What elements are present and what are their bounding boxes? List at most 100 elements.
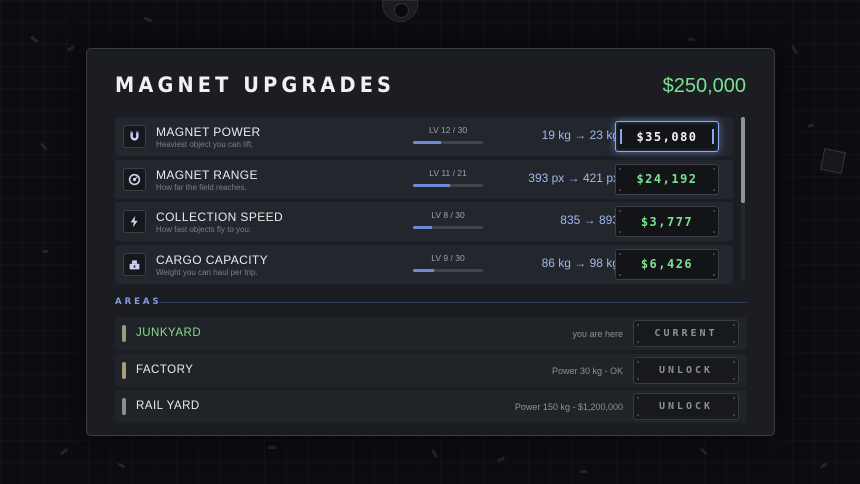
rivet	[733, 377, 735, 380]
upgrade-level: LV 11 / 21	[429, 167, 467, 178]
buy-upgrade-button[interactable]: $3,777	[615, 206, 719, 237]
cargo-icon	[123, 252, 146, 276]
level-progress-bar	[413, 268, 483, 272]
rivet	[637, 414, 639, 416]
areas-heading: AREAS	[115, 297, 162, 307]
page-title: MAGNET UPGRADES	[115, 73, 396, 97]
scrap-piece	[40, 142, 48, 151]
area-row-factory: FACTORY Power 30 kg - OK UNLOCK	[115, 353, 747, 387]
area-info: Power 150 kg - $1,200,000	[514, 402, 623, 412]
magnet-icon	[123, 125, 146, 148]
scrap-piece	[688, 38, 695, 41]
upgrade-level: LV 12 / 30	[428, 125, 468, 135]
upgrade-level: LV 8 / 30	[431, 210, 465, 220]
rivet	[637, 360, 639, 363]
level-progress-fill	[413, 141, 441, 144]
rivet	[713, 167, 715, 170]
upgrade-description: Weight you can haul per trip.	[156, 267, 258, 277]
upgrade-description: Heaviest object you can lift.	[156, 140, 254, 149]
rivet	[733, 360, 735, 363]
area-indicator	[122, 398, 126, 415]
radar-icon	[123, 167, 146, 191]
rivet	[713, 231, 715, 233]
scrap-piece	[807, 123, 815, 128]
upgrade-row-magnet-range: MAGNET RANGE How far the field reaches. …	[115, 159, 733, 199]
upgrade-change: 86 kg → 98 kg	[541, 255, 619, 270]
buy-upgrade-button[interactable]: $24,192	[615, 163, 719, 195]
rivet	[637, 324, 639, 326]
scrap-piece	[268, 446, 276, 449]
floating-crate	[819, 147, 847, 175]
lightning-icon	[123, 210, 146, 233]
rivet	[713, 273, 715, 276]
level-progress-fill	[413, 268, 434, 272]
upgrade-scrollbar[interactable]	[741, 117, 745, 281]
areas-divider	[159, 302, 747, 303]
scrap-piece	[819, 462, 828, 469]
unlock-area-button[interactable]: UNLOCK	[633, 356, 739, 384]
rivet	[637, 397, 639, 399]
scrap-piece	[790, 44, 799, 55]
upgrade-description: How fast objects fly to you.	[156, 225, 252, 234]
rivet	[637, 377, 639, 380]
level-progress-bar	[413, 141, 483, 144]
upgrade-name: MAGNET RANGE	[156, 167, 258, 182]
area-indicator	[122, 361, 126, 379]
area-row-rail-yard: RAIL YARD Power 150 kg - $1,200,000 UNLO…	[115, 390, 747, 423]
rivet	[619, 167, 621, 170]
top-knob	[382, 0, 418, 22]
buy-upgrade-button[interactable]: $35,080	[615, 121, 719, 152]
rivet	[619, 210, 621, 212]
scrap-piece	[66, 45, 76, 52]
scrap-piece	[30, 35, 39, 44]
upgrade-description: How far the field reaches.	[156, 182, 247, 192]
upgrade-change: 393 px → 421 px	[528, 170, 619, 185]
scrollbar-thumb[interactable]	[741, 117, 745, 203]
scrap-piece	[496, 456, 506, 463]
upgrade-name: COLLECTION SPEED	[156, 210, 284, 224]
area-name: FACTORY	[136, 363, 194, 376]
area-info: you are here	[572, 329, 623, 339]
area-name: RAIL YARD	[136, 400, 200, 412]
rivet	[733, 341, 735, 343]
scrap-piece	[42, 250, 48, 253]
rivet	[733, 414, 735, 416]
upgrade-row-cargo-capacity: CARGO CAPACITY Weight you can haul per t…	[115, 244, 733, 284]
rivet	[713, 210, 715, 212]
level-progress-fill	[413, 183, 450, 187]
rivet	[619, 188, 621, 191]
upgrade-row-collection-speed: COLLECTION SPEED How fast objects fly to…	[115, 202, 733, 241]
upgrade-level: LV 9 / 30	[431, 252, 465, 263]
rivet	[619, 273, 621, 276]
area-indicator	[122, 325, 126, 342]
upgrade-change: 19 kg → 23 kg	[541, 128, 619, 142]
scrap-piece	[430, 448, 439, 459]
upgrades-panel: MAGNET UPGRADES $250,000 MAGNET POWER He…	[86, 48, 775, 436]
scrap-piece	[59, 447, 69, 456]
upgrade-row-magnet-power: MAGNET POWER Heaviest object you can lif…	[115, 117, 733, 156]
rivet	[733, 324, 735, 326]
area-row-junkyard: JUNKYARD you are here CURRENT	[115, 317, 747, 350]
rivet	[713, 188, 715, 191]
area-info: Power 30 kg - OK	[551, 365, 623, 376]
rivet	[713, 252, 715, 255]
area-list: JUNKYARD you are here CURRENT FACTORY Po…	[115, 317, 747, 427]
rivet	[619, 231, 621, 233]
scrap-piece	[143, 16, 153, 23]
level-progress-fill	[413, 226, 432, 229]
upgrade-list: MAGNET POWER Heaviest object you can lif…	[115, 117, 733, 287]
current-area-button[interactable]: CURRENT	[633, 320, 739, 347]
rivet	[619, 252, 621, 255]
upgrade-name: MAGNET POWER	[156, 125, 261, 139]
area-name: JUNKYARD	[136, 327, 202, 339]
level-progress-bar	[413, 183, 483, 187]
level-progress-bar	[413, 226, 483, 229]
scrap-piece	[580, 470, 587, 473]
rivet	[637, 341, 639, 343]
money-display: $250,000	[662, 75, 746, 97]
scrap-piece	[117, 462, 126, 469]
scrap-piece	[700, 447, 708, 456]
unlock-area-button[interactable]: UNLOCK	[633, 393, 739, 420]
upgrade-change: 835 → 893	[560, 213, 619, 227]
buy-upgrade-button[interactable]: $6,426	[615, 248, 719, 280]
